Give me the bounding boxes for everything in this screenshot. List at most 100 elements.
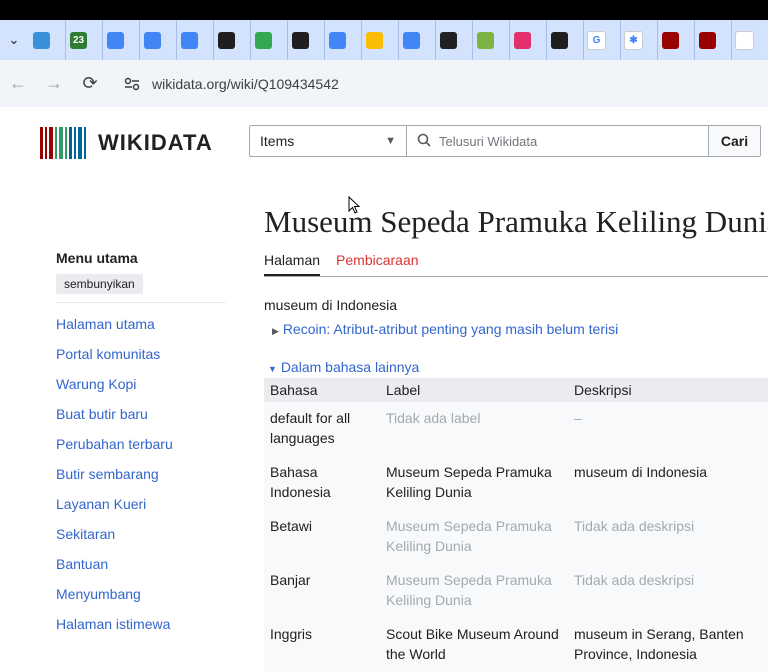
label-cell: Tidak ada label [380,402,568,456]
search-lens-icon [735,30,754,50]
sidebar-menu-item[interactable]: Perubahan terbaru [56,429,236,459]
browser-tab[interactable] [28,20,54,60]
table-row: Inggris Scout Bike Museum Around the Worl… [264,618,768,672]
browser-tab[interactable] [546,20,572,60]
docs-icon [181,31,198,49]
browser-tab[interactable] [102,20,128,60]
main-menu-title: Menu utama [56,250,138,266]
menu-divider [56,302,226,303]
back-arrow-icon[interactable]: ← [0,66,36,102]
url-text[interactable]: wikidata.org/wiki/Q109434542 [152,76,339,92]
wikidata-logo[interactable]: WIKIDATA [40,127,213,159]
omnibox[interactable]: wikidata.org/wiki/Q109434542 [112,67,768,101]
sidebar-menu-item[interactable]: Portal komunitas [56,339,236,369]
browser-tab[interactable]: G [583,20,609,60]
browser-tab[interactable]: 23 [65,20,91,60]
chrome-icon [255,31,272,49]
search-input[interactable]: Telusuri Wikidata [407,125,709,157]
table-row: Banjar Museum Sepeda Pramuka Keliling Dun… [264,564,768,618]
sidebar-menu-item[interactable]: Layanan Kueri [56,489,236,519]
triangle-down-icon: ▼ [268,364,277,374]
sidebar-menu-item[interactable]: Sekitaran [56,519,236,549]
main-menu-sidebar: Menu utama sembunyikan Halaman utama Port… [56,246,236,639]
sidebar-menu-item[interactable]: Halaman istimewa [56,609,236,639]
tab-page[interactable]: Halaman [264,252,321,276]
browser-tab[interactable] [361,20,387,60]
label-cell: Museum Sepeda Pramuka Keliling Dunia [380,456,568,510]
description-cell: – [568,402,768,456]
hide-menu-button[interactable]: sembunyikan [56,274,143,294]
sidebar-menu-item[interactable]: Butir sembarang [56,459,236,489]
drive-icon [366,31,383,49]
column-header-description: Deskripsi [568,378,768,402]
green-counter-icon: 23 [70,31,87,49]
recoin-label: Recoin: Atribut-atribut penting yang mas… [282,321,619,337]
column-header-language: Bahasa [264,378,380,402]
tab-talk[interactable]: Pembicaraan [336,252,419,276]
other-languages-label: Dalam bahasa lainnya [280,359,420,375]
description-cell: museum di Indonesia [568,456,768,510]
chevron-down-icon: ▼ [385,135,396,147]
recoin-toggle[interactable]: ▶ Recoin: Atribut-atribut penting yang m… [272,321,618,337]
description-cell: museum in Serang, Banten Province, Indon… [568,618,768,672]
wikidata-icon [662,31,679,49]
browser-tab[interactable] [324,20,350,60]
browser-tab[interactable] [398,20,424,60]
table-row: Bahasa Indonesia Museum Sepeda Pramuka Ke… [264,456,768,510]
docs-icon [329,31,346,49]
instagram-icon [514,31,531,49]
browser-tab[interactable] [213,20,239,60]
search-select-value: Items [260,133,295,149]
browser-tab[interactable] [176,20,202,60]
google-icon: G [587,30,606,50]
browser-tab[interactable]: ✱ [620,20,646,60]
wifi-icon [218,31,235,49]
sidebar-menu-item[interactable]: Bantuan [56,549,236,579]
search-placeholder: Telusuri Wikidata [439,133,538,149]
dark-circle-icon [440,31,457,49]
yellow-app-icon [477,31,494,49]
sidebar-menu-item[interactable]: Halaman utama [56,309,236,339]
language-cell: Inggris [264,618,380,672]
browser-tab[interactable] [509,20,535,60]
address-bar: ← → ⟳ wikidata.org/wiki/Q109434542 [0,60,768,107]
search-button[interactable]: Cari [709,125,761,157]
wifi-icon [551,31,568,49]
browser-tab[interactable] [250,20,276,60]
wikidata-icon [699,31,716,49]
document-icon [107,31,124,49]
sidebar-menu-item[interactable]: Menyumbang [56,579,236,609]
description-cell: Tidak ada deskripsi [568,564,768,618]
tab-search-chevron-icon[interactable]: ⌄ [0,20,28,60]
item-description: museum di Indonesia [264,297,398,313]
docs-icon [403,31,420,49]
language-cell: Bahasa Indonesia [264,456,380,510]
label-cell: Museum Sepeda Pramuka Keliling Dunia [380,564,568,618]
search-icon [417,133,431,150]
search-bar: Items ▼ Telusuri Wikidata Cari [249,125,761,157]
asterisk-icon: ✱ [624,30,643,50]
forward-arrow-icon[interactable]: → [36,66,72,102]
language-cell: Banjar [264,564,380,618]
sidebar-menu-item[interactable]: Buat butir baru [56,399,236,429]
top-black-bar [0,0,768,20]
sidebar-menu-item[interactable]: Warung Kopi [56,369,236,399]
search-namespace-select[interactable]: Items ▼ [249,125,407,157]
browser-tab[interactable] [657,20,683,60]
docs-icon [144,31,161,49]
browser-tab[interactable] [287,20,313,60]
description-cell: Tidak ada deskripsi [568,510,768,564]
browser-tab[interactable] [731,20,757,60]
reload-icon[interactable]: ⟳ [72,66,108,102]
site-settings-icon[interactable] [118,70,146,98]
browser-tab[interactable] [139,20,165,60]
barcode-icon [40,127,88,159]
other-languages-toggle[interactable]: ▼ Dalam bahasa lainnya [268,359,419,375]
browser-tab[interactable] [435,20,461,60]
table-row: Betawi Museum Sepeda Pramuka Keliling Dun… [264,510,768,564]
wifi-icon [292,31,309,49]
browser-tab[interactable] [472,20,498,60]
label-cell: Museum Sepeda Pramuka Keliling Dunia [380,510,568,564]
page-tabs: Halaman Pembicaraan [264,252,768,277]
browser-tab[interactable] [694,20,720,60]
